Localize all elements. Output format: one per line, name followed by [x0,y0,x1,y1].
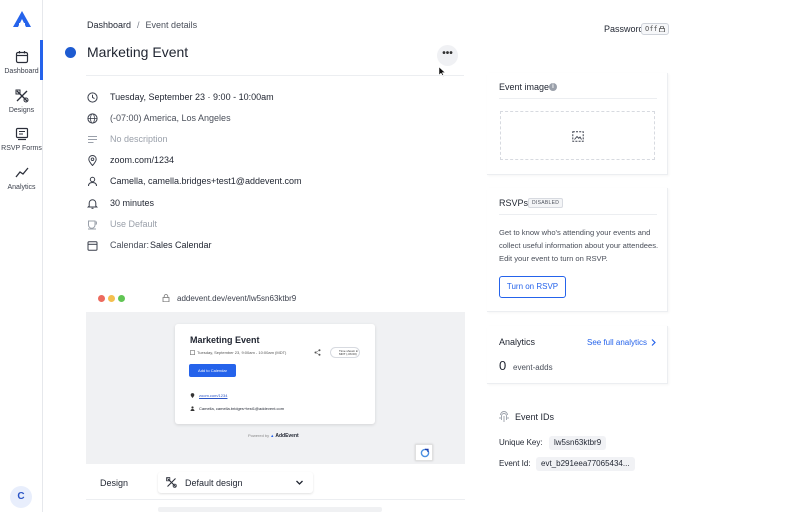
preview-card-date: Tuesday, September 23, 9:00am - 10:00am … [197,350,287,355]
event-detail-text: Camella, camella.bridges+test1@addevent.… [110,176,302,186]
calendar-label: Calendar: [110,240,150,250]
event-detail-text: (-07:00) America, Los Angeles [110,113,231,123]
preview-url[interactable]: addevent.dev/event/lw5sn63ktbr9 [177,294,296,303]
analytics-title: Analytics [499,337,536,347]
password-label: Password [604,24,644,34]
sidebar-item-dashboard[interactable]: Dashboard [0,50,43,75]
event-adds-count: 0 [499,358,507,373]
divider [499,98,657,99]
divider [86,75,464,76]
designs-icon [15,89,28,103]
rsvp-description: Get to know who's attending your events … [499,228,659,263]
chevron-right-icon[interactable] [650,338,657,347]
breadcrumb: Dashboard / Event details [87,20,197,30]
person-icon [190,406,195,411]
event-detail-text: 30 minutes [110,198,155,208]
preview-card-person: Camella, camella.bridges+test1@addevent.… [199,406,285,411]
image-upload-dropzone[interactable] [500,111,655,160]
sidebar: Dashboard Designs RSVP Forms Analytics C [0,0,43,512]
lock-icon [162,294,170,302]
sidebar-item-analytics[interactable]: Analytics [0,166,43,191]
rsvp-title: RSVPs [499,198,529,208]
bell-icon [87,199,98,209]
sidebar-item-label: Designs [8,107,35,114]
share-icon [314,349,321,356]
preview-timezone-chip: Time shown in MDT (-06:00) [330,347,360,358]
page-title: Marketing Event [87,44,189,60]
powered-by-text: Powered by [248,433,270,438]
person-icon [88,176,97,187]
calendar-icon [87,241,98,251]
unique-key-value[interactable]: lw5sn63ktbr9 [549,436,607,450]
sidebar-item-designs[interactable]: Designs [0,89,43,114]
design-select-value: Default design [185,478,243,488]
addevent-logo[interactable] [12,10,32,28]
analytics-panel [487,326,668,384]
event-image-title: Event image [499,82,550,92]
avatar[interactable]: C [10,486,32,508]
breadcrumb-separator: / [137,20,140,30]
event-id-label: Event Id: [499,459,531,468]
calendar-icon [15,51,28,64]
calendar-icon [190,350,195,355]
turn-on-rsvp-button[interactable]: Turn on RSVP [499,276,566,298]
event-adds-label: event-adds [513,363,553,372]
event-detail-text: Use Default [110,219,158,229]
add-to-calendar-button[interactable]: Add to Calendar [189,364,236,377]
divider [499,214,657,215]
window-minimize-dot [108,295,115,302]
recaptcha-icon [420,448,430,458]
event-ids-title: Event IDs [515,412,555,422]
window-close-dot [98,295,105,302]
more-options-button[interactable]: ••• [437,45,458,66]
description-icon [88,136,97,143]
globe-icon [87,113,98,124]
clock-icon [87,92,98,103]
design-label: Design [100,478,129,488]
sidebar-item-label: RSVP Forms [1,145,42,152]
sidebar-item-label: Dashboard [4,68,39,75]
more-icon: ••• [442,48,453,59]
event-id-value[interactable]: evt_b291eea77065434... [536,457,635,471]
breadcrumb-root[interactable]: Dashboard [87,20,131,30]
sidebar-item-rsvp-forms[interactable]: RSVP Forms [0,127,43,152]
preview-card-location[interactable]: zoom.com/1234 [199,393,227,398]
calendar-value: Sales Calendar [150,240,212,250]
info-icon[interactable]: i [549,83,557,91]
next-field-placeholder [158,507,382,512]
password-toggle-text: Off [645,25,658,33]
rsvp-form-icon [15,127,28,141]
preview-card-title: Marketing Event [190,335,260,345]
see-full-analytics-link[interactable]: See full analytics [587,338,647,347]
image-upload-icon [572,131,584,142]
event-status-dot [65,47,76,58]
window-maximize-dot [118,295,125,302]
unique-key-label: Unique Key: [499,438,543,447]
lock-icon [659,26,665,32]
sidebar-item-label: Analytics [7,184,36,191]
location-icon [88,155,97,166]
recaptcha-badge [415,444,433,461]
powered-by-brand: AddEvent [275,433,299,439]
designs-icon [166,477,177,488]
analytics-icon [14,167,28,178]
status-badge: DISABLED [528,198,564,208]
event-detail-text: zoom.com/1234 [110,155,175,165]
event-detail-text: No description [110,134,168,144]
password-toggle[interactable]: Off [641,23,669,35]
chevron-down-icon [296,480,303,485]
location-icon [190,393,195,398]
cup-icon [88,220,97,230]
design-select[interactable]: Default design [158,472,313,493]
addevent-brand-icon: ▲ [270,433,275,438]
breadcrumb-current: Event details [145,20,198,30]
fingerprint-icon [499,411,509,422]
powered-by: Powered by ▲ AddEvent [248,433,299,439]
event-detail-text: Tuesday, September 23 · 9:00 - 10:00am [110,92,274,102]
